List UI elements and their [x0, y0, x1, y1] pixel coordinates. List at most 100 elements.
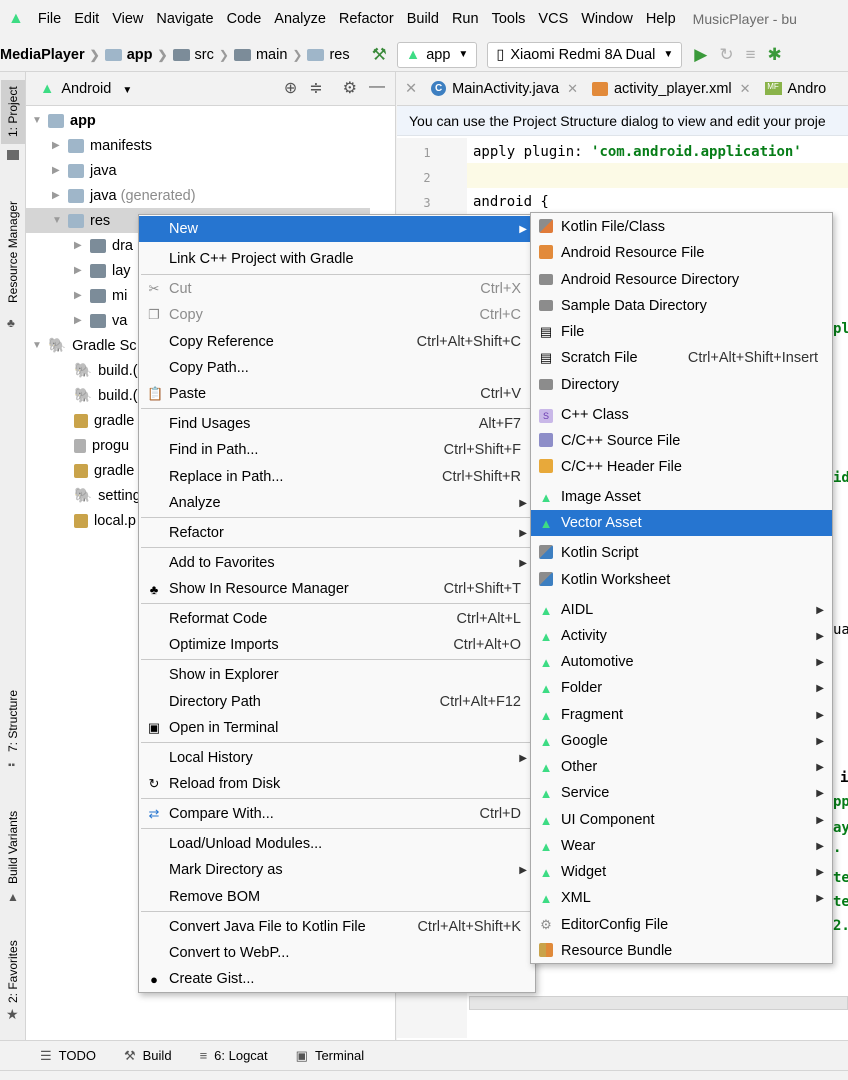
run-config-selector[interactable]: ▲ app ▼ [396, 41, 478, 68]
debug-icon[interactable]: ✱ [768, 45, 782, 65]
tab-main-activity[interactable]: C MainActivity.java ✕ [431, 81, 578, 97]
submenu-item-android-resource-file[interactable]: Android Resource File [531, 240, 832, 266]
collapse-arrow-icon[interactable]: ▶ [74, 290, 90, 301]
tool-tab-todo[interactable]: ☰ TODO [40, 1048, 96, 1064]
expand-arrow-icon[interactable]: ▼ [32, 340, 48, 351]
submenu-item-xml[interactable]: ▲ XML ▶ [531, 885, 832, 911]
tree-item-layout[interactable]: ▶ lay [74, 258, 131, 283]
gear-icon[interactable]: ⚙ [343, 78, 357, 98]
locate-target-icon[interactable]: ⊕ [284, 78, 297, 98]
tree-item-mipmap[interactable]: ▶ mi [74, 283, 127, 308]
tree-item-app[interactable]: ▼ app [32, 108, 96, 133]
project-view-selector[interactable]: Android ▼ [61, 81, 132, 97]
tool-tab-resource-manager[interactable]: Resource Manager [1, 192, 25, 312]
tree-item-gradle-wrapper-properties[interactable]: gradle [74, 408, 134, 433]
collapse-arrow-icon[interactable]: ▶ [52, 165, 68, 176]
breadcrumb-app[interactable]: app ❯ [104, 47, 173, 63]
tool-tab-favorites[interactable]: 2: Favorites [1, 932, 25, 1012]
menu-item-reformat-code[interactable]: Reformat Code Ctrl+Alt+L [139, 606, 535, 632]
tree-item-settings-gradle[interactable]: 🐘 setting [74, 483, 141, 508]
submenu-item-cpp-class[interactable]: S C++ Class [531, 402, 832, 428]
code-line-1[interactable]: apply plugin: 'com.android.application' [473, 144, 802, 160]
menu-window[interactable]: Window [581, 11, 633, 27]
submenu-item-android-resource-directory[interactable]: Android Resource Directory [531, 267, 832, 293]
menu-item-reload-from-disk[interactable]: ↻ Reload from Disk [139, 771, 535, 797]
tool-tab-structure[interactable]: 7: Structure [1, 682, 25, 760]
menu-item-copy-reference[interactable]: Copy Reference Ctrl+Alt+Shift+C [139, 329, 535, 355]
tree-item-values[interactable]: ▶ va [74, 308, 127, 333]
menu-refactor[interactable]: Refactor [339, 11, 394, 27]
menu-build[interactable]: Build [407, 11, 439, 27]
menu-item-create-gist[interactable]: ● Create Gist... [139, 966, 535, 992]
horizontal-scrollbar[interactable] [469, 996, 848, 1010]
submenu-item-sample-data-directory[interactable]: Sample Data Directory [531, 293, 832, 319]
collapse-arrow-icon[interactable]: ▶ [52, 140, 68, 151]
collapse-arrow-icon[interactable]: ▶ [52, 190, 68, 201]
submenu-item-widget[interactable]: ▲ Widget ▶ [531, 859, 832, 885]
submenu-item-file[interactable]: ▤ File [531, 319, 832, 345]
menu-vcs[interactable]: VCS [538, 11, 568, 27]
menu-item-mark-directory-as[interactable]: Mark Directory as ▶ [139, 857, 535, 883]
expand-arrow-icon[interactable]: ▼ [32, 115, 48, 126]
collapse-arrow-icon[interactable]: ▶ [74, 265, 90, 276]
menu-item-convert-java-to-kotlin[interactable]: Convert Java File to Kotlin File Ctrl+Alt… [139, 914, 535, 940]
menu-item-copy[interactable]: ❐ Copy Ctrl+C [139, 302, 535, 328]
menu-item-compare-with[interactable]: ⇄ Compare With... Ctrl+D [139, 801, 535, 827]
menu-item-replace-in-path[interactable]: Replace in Path... Ctrl+Shift+R [139, 464, 535, 490]
tree-item-local-properties[interactable]: local.p [74, 508, 136, 533]
breadcrumb-src[interactable]: src ❯ [172, 47, 234, 63]
menu-item-show-in-explorer[interactable]: Show in Explorer [139, 662, 535, 688]
menu-item-directory-path[interactable]: Directory Path Ctrl+Alt+F12 [139, 689, 535, 715]
tree-item-manifests[interactable]: ▶ manifests [52, 133, 152, 158]
collapse-arrow-icon[interactable]: ▶ [74, 315, 90, 326]
menu-item-copy-path[interactable]: Copy Path... [139, 355, 535, 381]
menu-tools[interactable]: Tools [492, 11, 526, 27]
menu-item-find-in-path[interactable]: Find in Path... Ctrl+Shift+F [139, 437, 535, 463]
submenu-item-google[interactable]: ▲ Google ▶ [531, 728, 832, 754]
tree-item-java-generated[interactable]: ▶ java (generated) [52, 183, 196, 208]
submenu-item-aidl[interactable]: ▲ AIDL ▶ [531, 597, 832, 623]
menu-navigate[interactable]: Navigate [156, 11, 213, 27]
submenu-item-kotlin-worksheet[interactable]: Kotlin Worksheet [531, 567, 832, 593]
menu-item-find-usages[interactable]: Find Usages Alt+F7 [139, 411, 535, 437]
menu-item-load-unload-modules[interactable]: Load/Unload Modules... [139, 831, 535, 857]
collapse-arrow-icon[interactable]: ▶ [74, 240, 90, 251]
tree-item-java[interactable]: ▶ java [52, 158, 117, 183]
tree-item-drawable[interactable]: ▶ dra [74, 233, 133, 258]
tree-item-proguard-rules[interactable]: progu [74, 433, 129, 458]
tab-activity-player-xml[interactable]: activity_player.xml ✕ [591, 81, 751, 97]
menu-run[interactable]: Run [452, 11, 479, 27]
menu-item-add-to-favorites[interactable]: Add to Favorites ▶ [139, 550, 535, 576]
menu-edit[interactable]: Edit [74, 11, 99, 27]
menu-item-link-cpp-project[interactable]: Link C++ Project with Gradle [139, 246, 535, 272]
submenu-item-folder[interactable]: ▲ Folder ▶ [531, 675, 832, 701]
menu-file[interactable]: File [38, 11, 61, 27]
menu-item-optimize-imports[interactable]: Optimize Imports Ctrl+Alt+O [139, 632, 535, 658]
menu-item-convert-to-webp[interactable]: Convert to WebP... [139, 940, 535, 966]
expand-arrow-icon[interactable]: ▼ [52, 215, 68, 226]
submenu-item-kotlin-file-class[interactable]: Kotlin File/Class [531, 214, 832, 240]
submenu-item-ui-component[interactable]: ▲ UI Component ▶ [531, 807, 832, 833]
submenu-item-scratch-file[interactable]: ▤ Scratch File Ctrl+Alt+Shift+Insert [531, 345, 832, 371]
submenu-item-vector-asset[interactable]: ▲ Vector Asset [531, 510, 832, 536]
menu-item-refactor[interactable]: Refactor ▶ [139, 520, 535, 546]
menu-item-local-history[interactable]: Local History ▶ [139, 745, 535, 771]
menu-item-paste[interactable]: 📋 Paste Ctrl+V [139, 381, 535, 407]
tree-item-build-gradle-module[interactable]: 🐘 build.( [74, 383, 138, 408]
submenu-item-service[interactable]: ▲ Service ▶ [531, 780, 832, 806]
tool-tab-build-variants[interactable]: Build Variants [1, 802, 25, 892]
breadcrumb-project[interactable]: MediaPlayer ❯ [0, 47, 105, 63]
tree-item-gradle-scripts[interactable]: ▼ 🐘 Gradle Sc [32, 333, 137, 358]
submenu-item-automotive[interactable]: ▲ Automotive ▶ [531, 649, 832, 675]
menu-item-remove-bom[interactable]: Remove BOM [139, 884, 535, 910]
tree-item-build-gradle-project[interactable]: 🐘 build.( [74, 358, 138, 383]
tree-item-gradle-properties[interactable]: gradle [74, 458, 134, 483]
submenu-item-image-asset[interactable]: ▲ Image Asset [531, 484, 832, 510]
submenu-item-activity[interactable]: ▲ Activity ▶ [531, 623, 832, 649]
close-icon[interactable]: ✕ [405, 81, 417, 97]
tab-android-manifest[interactable]: MF Andro [764, 81, 826, 97]
apply-code-changes-icon[interactable]: ≡ [746, 45, 756, 65]
tool-tab-terminal[interactable]: ▣ Terminal [296, 1048, 364, 1064]
hammer-build-icon[interactable]: ⚒ [372, 45, 387, 65]
menu-analyze[interactable]: Analyze [274, 11, 326, 27]
